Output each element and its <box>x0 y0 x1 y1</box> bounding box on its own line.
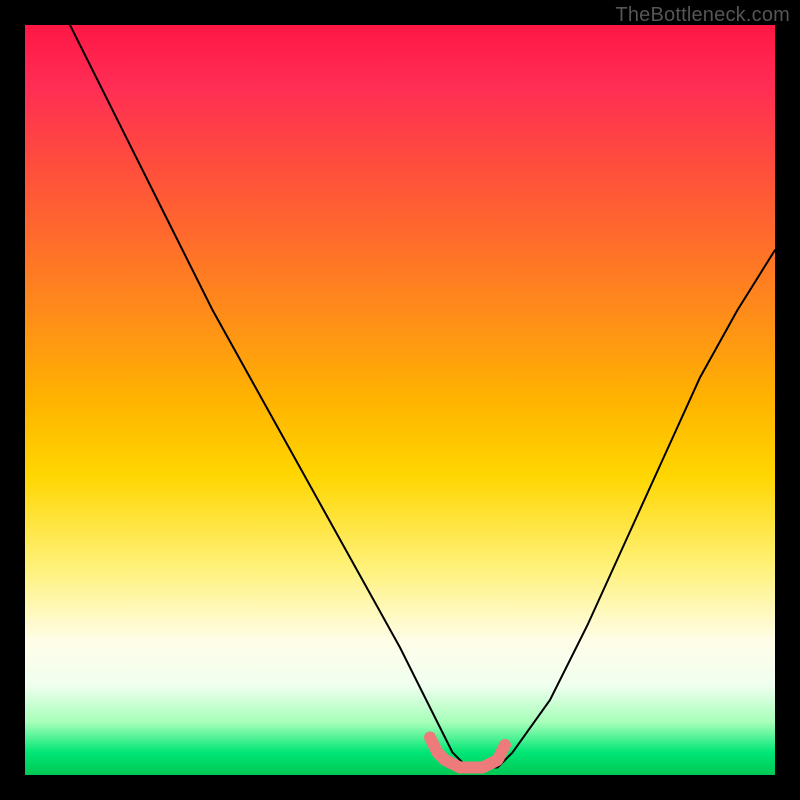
plot-area <box>25 25 775 775</box>
chart-svg <box>25 25 775 775</box>
chart-canvas: TheBottleneck.com <box>0 0 800 800</box>
bottleneck-curve <box>70 25 775 768</box>
watermark-text: TheBottleneck.com <box>615 4 790 27</box>
optimal-marker <box>430 738 505 768</box>
